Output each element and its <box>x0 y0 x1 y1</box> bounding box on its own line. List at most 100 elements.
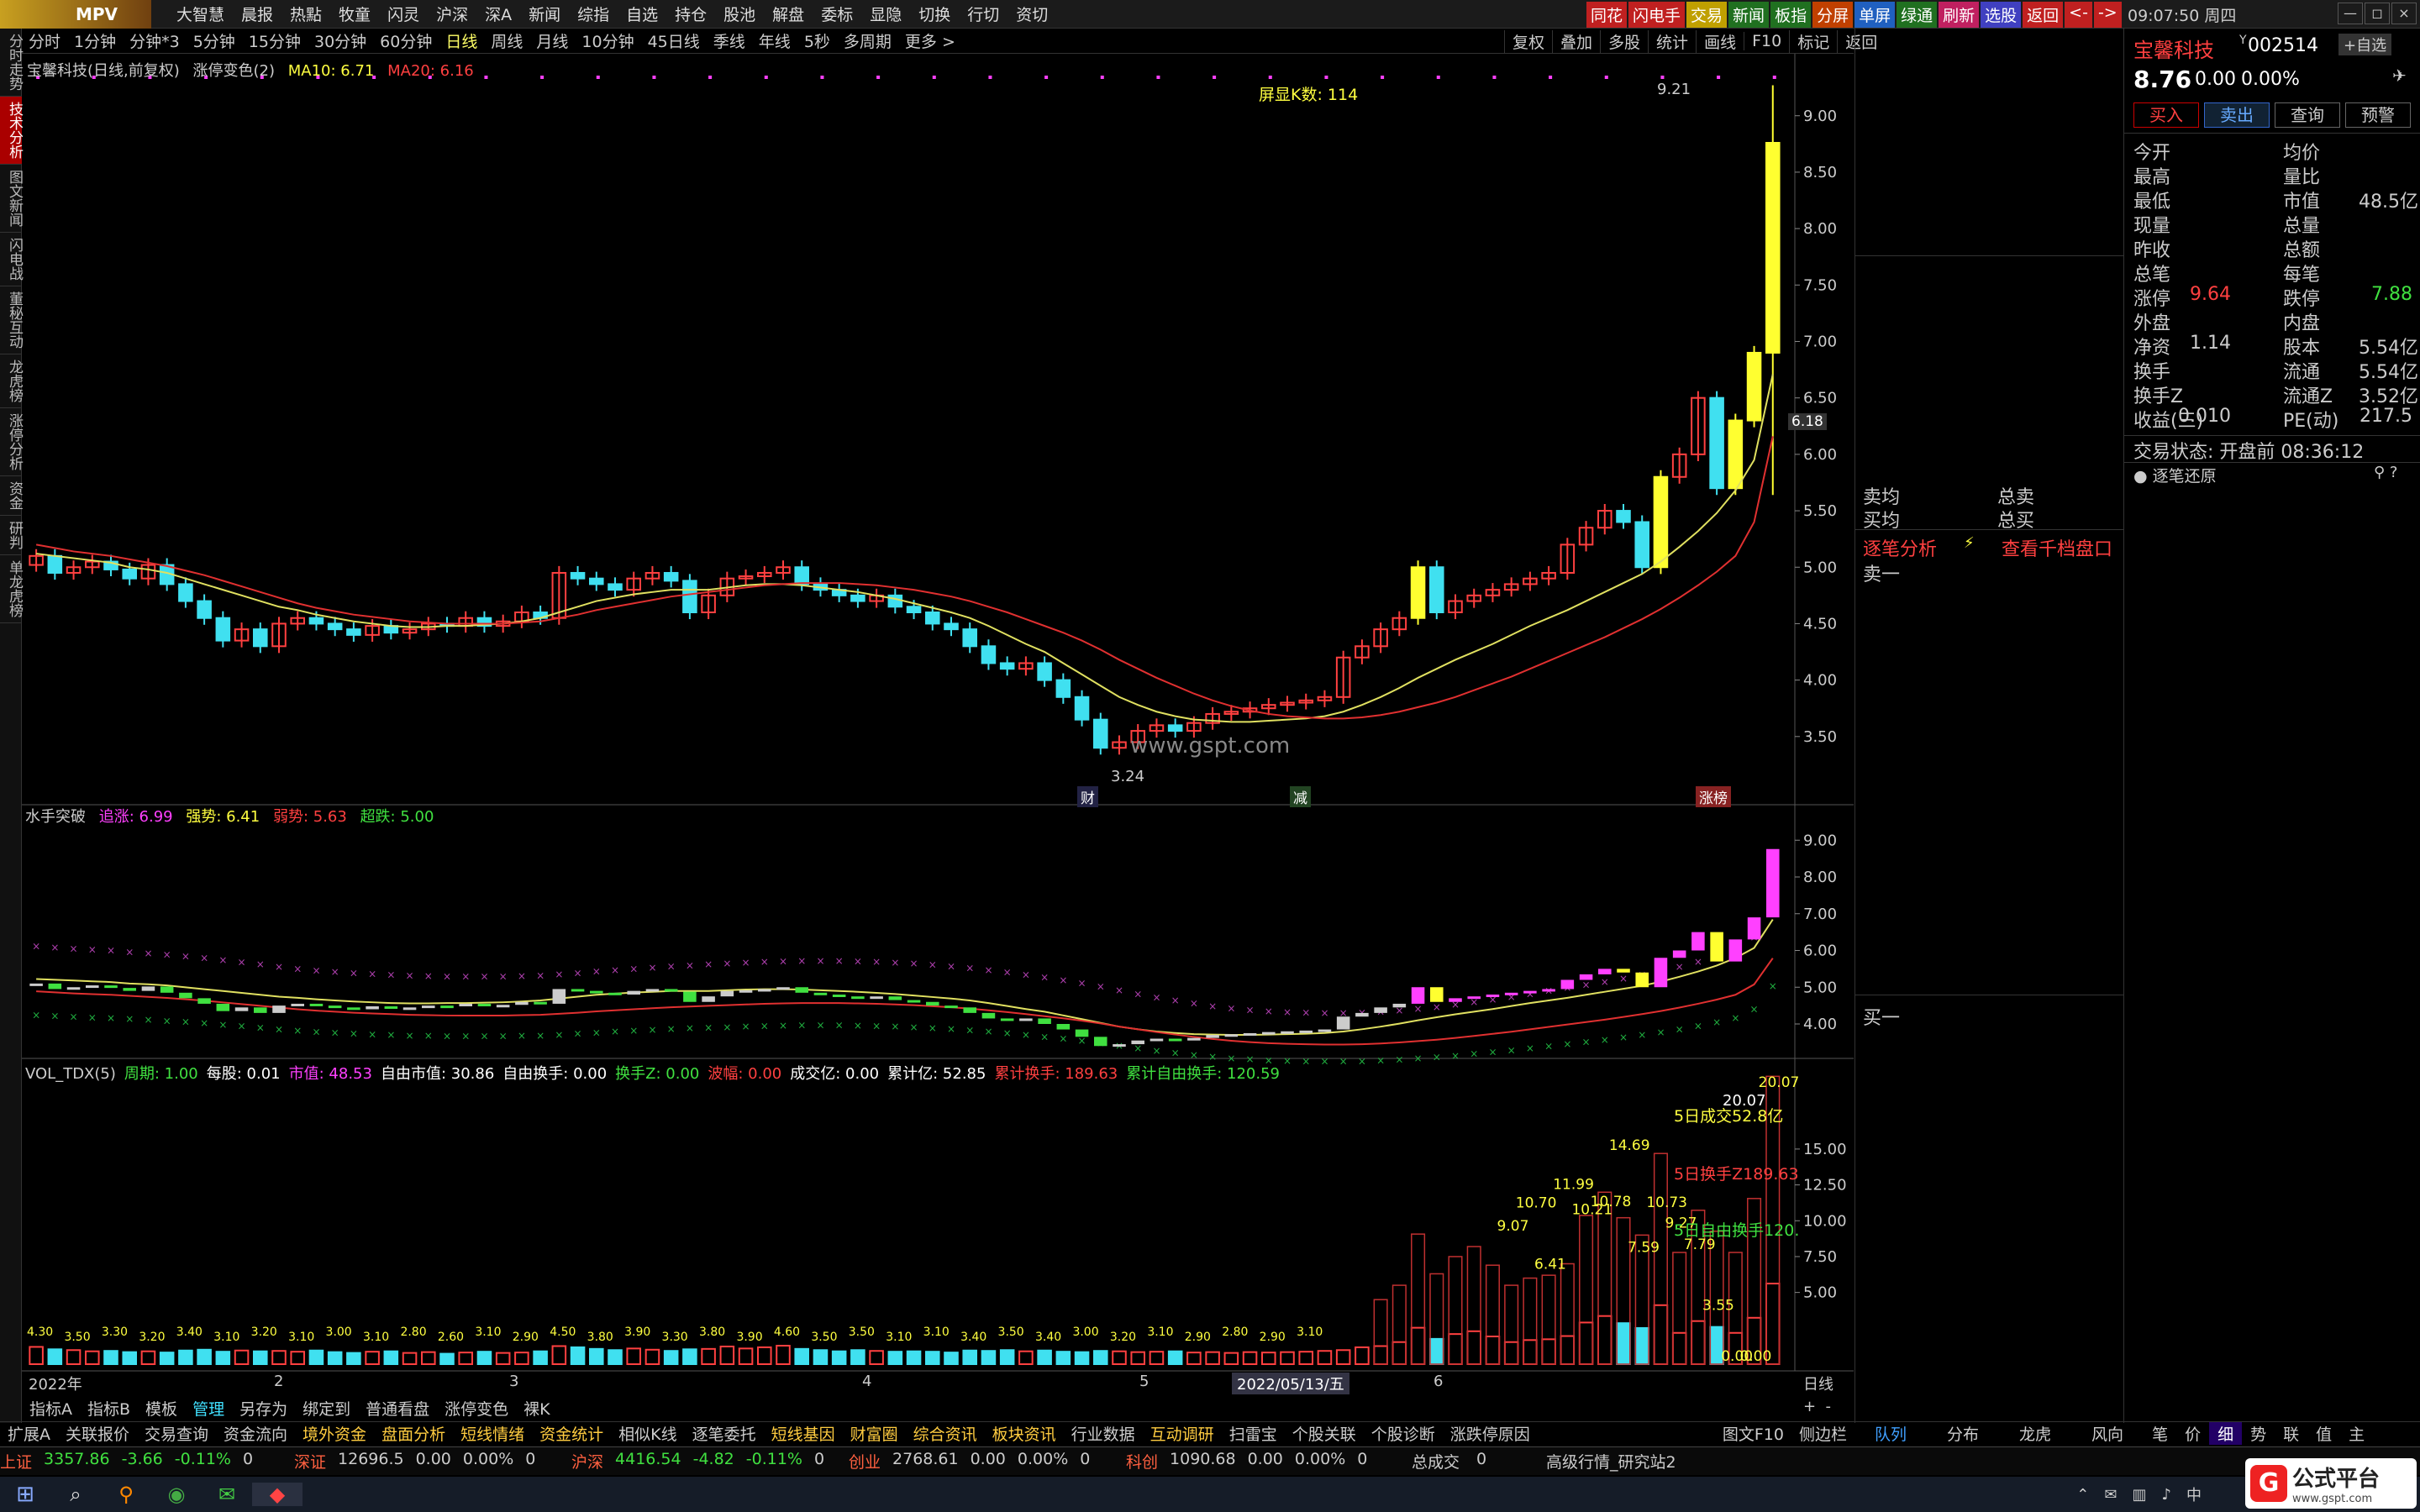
maximize-button[interactable]: ◻ <box>2365 3 2390 24</box>
right-tab-4[interactable]: 笔 <box>2144 1422 2176 1445</box>
menu-item-9[interactable]: 自选 <box>618 3 666 25</box>
menu-item-0[interactable]: 大智慧 <box>168 3 233 25</box>
vtab-1[interactable]: 技术分析 <box>0 97 23 165</box>
vtab-7[interactable]: 资金 <box>0 476 23 516</box>
vtab-4[interactable]: 董秘互动 <box>0 286 23 354</box>
menu-item-1[interactable]: 晨报 <box>233 3 281 25</box>
quick-button-1[interactable]: 闪电手 <box>1628 2 1686 28</box>
right-tab-10[interactable]: 主 <box>2340 1422 2373 1445</box>
indicator-tab-8[interactable]: 裸K <box>516 1397 557 1420</box>
period-tab-7[interactable]: 日线 <box>439 29 484 52</box>
period-tab-4[interactable]: 15分钟 <box>242 29 308 52</box>
period-tab-10[interactable]: 10分钟 <box>575 29 640 52</box>
menu-item-7[interactable]: 新闻 <box>520 3 569 25</box>
chart-area[interactable]: 9.00 8.50 8.00 7.50 7.00 6.50 6.00 5.50 5.00 4.50… <box>22 54 1854 1398</box>
tick-analysis-link[interactable]: 逐笔分析 <box>1863 534 1937 561</box>
tool-4[interactable]: 画线 <box>1696 29 1744 53</box>
windows-start-icon[interactable]: ⊞ <box>0 1482 50 1507</box>
tray-up-icon[interactable]: ⌃ <box>2076 1486 2089 1504</box>
ext-tab-20[interactable]: 图文F10 <box>1715 1422 1791 1445</box>
period-tab-11[interactable]: 45日线 <box>641 29 707 52</box>
period-tab-9[interactable]: 月线 <box>529 29 575 52</box>
zoom-controls[interactable]: + - <box>1803 1398 1831 1415</box>
minimize-button[interactable]: — <box>2338 3 2363 24</box>
indicator-tab-5[interactable]: 绑定到 <box>295 1397 358 1420</box>
period-tab-5[interactable]: 30分钟 <box>308 29 373 52</box>
quick-button-7[interactable]: 绿通 <box>1897 2 1938 28</box>
tool-0[interactable]: 复权 <box>1504 29 1552 53</box>
quick-button-2[interactable]: 交易 <box>1686 2 1728 28</box>
menu-item-14[interactable]: 显隐 <box>861 3 910 25</box>
add-watchlist-button[interactable]: +自选 <box>2338 34 2392 55</box>
ext-tab-7[interactable]: 资金统计 <box>532 1422 611 1445</box>
menu-item-16[interactable]: 行切 <box>959 3 1007 25</box>
depth-link[interactable]: 查看千档盘口 <box>2002 534 2112 561</box>
ticker-item-3[interactable]: 创业 2768.61 0.00 0.00% 0 <box>849 1450 1090 1473</box>
period-tab-0[interactable]: 分时 <box>22 29 67 52</box>
quick-button-9[interactable]: 选股 <box>1981 2 2022 28</box>
period-tab-3[interactable]: 5分钟 <box>187 29 242 52</box>
ext-tab-13[interactable]: 板块资讯 <box>985 1422 1064 1445</box>
ticker-item-1[interactable]: 深证 12696.5 0.00 0.00% 0 <box>294 1450 535 1473</box>
period-tab-1[interactable]: 1分钟 <box>67 29 123 52</box>
period-tab-6[interactable]: 60分钟 <box>373 29 439 52</box>
right-tab-8[interactable]: 联 <box>2275 1422 2307 1445</box>
quick-button-12[interactable]: -> <box>2093 2 2122 28</box>
indicator-name[interactable]: 涨停变色(2) <box>193 62 276 80</box>
ext-tab-14[interactable]: 行业数据 <box>1064 1422 1143 1445</box>
vtab-8[interactable]: 研判 <box>0 516 23 555</box>
chrome-icon[interactable]: ◉ <box>151 1483 202 1506</box>
indicator-tab-0[interactable]: 指标A <box>22 1397 80 1420</box>
ext-tab-19[interactable]: 涨跌停原因 <box>1443 1422 1538 1445</box>
mark-limit-up[interactable]: 涨榜 <box>1696 786 1731 807</box>
pin-icon[interactable]: ✈ <box>2392 66 2407 86</box>
right-tab-3[interactable]: 风向 <box>2071 1422 2144 1445</box>
tool-2[interactable]: 多股 <box>1600 29 1648 53</box>
mid-indicator-name[interactable]: 水手突破 <box>25 808 86 826</box>
tray-volume-icon[interactable]: ♪ <box>2162 1486 2172 1504</box>
right-tab-1[interactable]: 分布 <box>1927 1422 1999 1445</box>
vtab-5[interactable]: 龙虎榜 <box>0 354 23 408</box>
tool-6[interactable]: 标记 <box>1789 29 1837 53</box>
tray-ime-icon[interactable]: 中 <box>2186 1483 2202 1505</box>
menu-item-11[interactable]: 股池 <box>715 3 764 25</box>
ticker-item-4[interactable]: 科创 1090.68 0.00 0.00% 0 <box>1126 1450 1367 1473</box>
ext-tab-11[interactable]: 财富圈 <box>843 1422 906 1445</box>
mark-finance[interactable]: 财 <box>1077 786 1098 807</box>
quick-button-0[interactable]: 同花 <box>1586 2 1628 28</box>
ext-tab-0[interactable]: 扩展A <box>0 1422 58 1445</box>
trading-app-icon[interactable]: ◆ <box>252 1483 302 1506</box>
vtab-9[interactable]: 单龙虎榜 <box>0 555 23 623</box>
app-search-icon[interactable]: ⚲ <box>101 1483 151 1506</box>
ext-tab-21[interactable]: 侧边栏 <box>1791 1422 1854 1445</box>
ticker-item-2[interactable]: 沪深 4416.54 -4.82 -0.11% 0 <box>571 1450 824 1473</box>
ext-tab-17[interactable]: 个股关联 <box>1285 1422 1364 1445</box>
ext-tab-12[interactable]: 综合资讯 <box>906 1422 985 1445</box>
tray-network-icon[interactable]: ▥ <box>2132 1486 2146 1504</box>
vtab-2[interactable]: 图文新闻 <box>0 165 23 233</box>
menu-item-12[interactable]: 解盘 <box>764 3 813 25</box>
right-tab-6[interactable]: 细 <box>2209 1422 2243 1445</box>
quick-button-10[interactable]: 返回 <box>2023 2 2064 28</box>
period-tab-13[interactable]: 年线 <box>752 29 797 52</box>
menu-item-4[interactable]: 闪灵 <box>379 3 428 25</box>
ext-tab-16[interactable]: 扫雷宝 <box>1222 1422 1285 1445</box>
menu-item-17[interactable]: 资切 <box>1007 3 1056 25</box>
right-tab-0[interactable]: 队列 <box>1854 1422 1927 1445</box>
vtab-3[interactable]: 闪电战 <box>0 233 23 286</box>
tray-wechat-icon[interactable]: ✉ <box>2104 1486 2117 1504</box>
buy-button[interactable]: 买入 <box>2133 102 2199 128</box>
ext-tab-15[interactable]: 互动调研 <box>1143 1422 1222 1445</box>
indicator-tab-7[interactable]: 涨停变色 <box>437 1397 516 1420</box>
menu-item-13[interactable]: 委标 <box>813 3 861 25</box>
ext-tab-8[interactable]: 相似K线 <box>611 1422 684 1445</box>
mark-reduce[interactable]: 减 <box>1290 786 1311 807</box>
ext-tab-3[interactable]: 资金流向 <box>216 1422 295 1445</box>
vol-stat-0[interactable]: VOL_TDX(5) <box>25 1065 116 1083</box>
period-tab-8[interactable]: 周线 <box>484 29 529 52</box>
menu-item-15[interactable]: 切换 <box>910 3 959 25</box>
sell-button[interactable]: 卖出 <box>2204 102 2270 128</box>
right-tab-7[interactable]: 势 <box>2242 1422 2275 1445</box>
tool-1[interactable]: 叠加 <box>1552 29 1600 53</box>
vtab-6[interactable]: 涨停分析 <box>0 408 23 476</box>
